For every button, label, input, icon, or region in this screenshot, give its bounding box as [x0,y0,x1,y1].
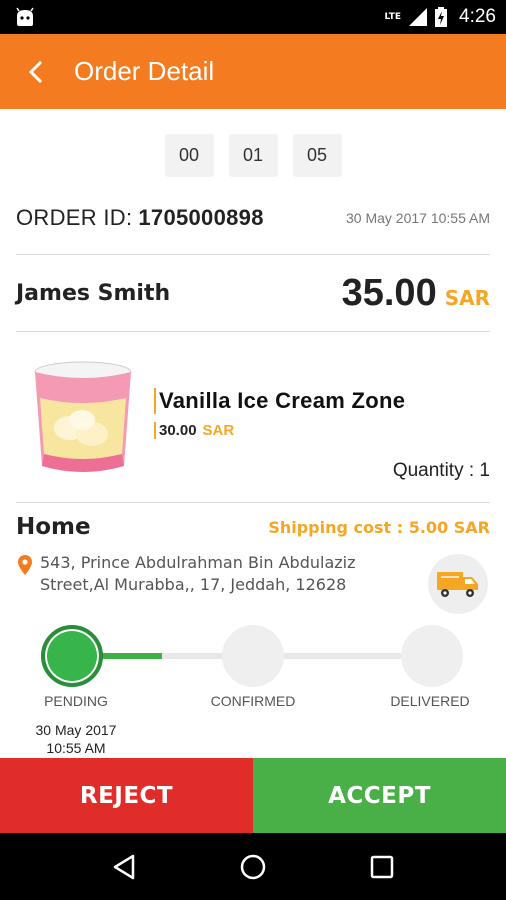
total-currency: SAR [444,285,490,310]
divider [16,331,490,332]
back-button[interactable] [6,34,66,109]
customer-name: James Smith [16,280,171,306]
order-id-value: 1705000898 [138,205,264,230]
reject-button[interactable]: REJECT [0,758,253,833]
network-type: LTE [384,12,402,22]
product-price-currency: SAR [202,422,235,439]
triangle-back-icon [114,854,135,879]
total-amount: 35.00 [341,271,437,314]
divider [16,254,490,255]
system-navigation-bar [0,833,506,900]
battery-charging-icon [435,7,448,27]
step-pending-date-day: 30 May 2017 [35,722,117,738]
address-line-2: Street,Al Murabba,, 17, Jeddah, 12628 [40,575,347,594]
order-id-label: ORDER ID: [16,205,133,230]
timer-seconds: 05 [292,134,342,177]
circle-home-icon [240,854,266,879]
nav-recents-button[interactable] [362,847,402,887]
progress-track-complete [100,653,162,659]
signal-icon [409,8,428,26]
customer-summary: James Smith 35.00 SAR [16,268,490,318]
step-pending-date-time: 10:55 AM [46,740,106,756]
step-confirmed-label: CONFIRMED [210,693,296,709]
nav-home-button[interactable] [233,847,273,887]
clock: 4:26 [459,6,496,27]
delivery-address: 543, Prince Abdulrahman Bin Abdulaziz St… [16,552,416,596]
status-bar: LTE 4:26 [0,0,506,34]
product-item: Vanilla Ice Cream Zone 30.00 SAR Quantity… [16,350,490,490]
progress-track-pending [162,653,432,659]
step-pending-date: 30 May 2017 10:55 AM [16,721,136,757]
order-id: ORDER ID: 1705000898 [16,205,264,231]
order-timer: 00 01 05 [0,134,506,177]
order-info: ORDER ID: 1705000898 30 May 2017 10:55 AM [16,200,490,236]
address-text: 543, Prince Abdulrahman Bin Abdulaziz St… [40,552,356,596]
timer-minutes: 01 [228,134,278,177]
product-info: Vanilla Ice Cream Zone 30.00 SAR [154,388,405,439]
order-date: 30 May 2017 10:55 AM [346,210,490,226]
address-label: Home [16,514,91,540]
ice-cream-tub-image [34,361,132,472]
nav-back-button[interactable] [104,847,144,887]
truck-icon [437,572,478,597]
step-delivered-label: DELIVERED [390,693,470,709]
order-total: 35.00 SAR [342,272,490,315]
order-actions: REJECT ACCEPT [0,758,506,833]
divider [16,502,490,503]
accept-button[interactable]: ACCEPT [253,758,506,833]
step-pending-label: PENDING [44,693,108,709]
address-header: Home Shipping cost : 5.00 SAR [16,512,490,542]
back-arrow-icon [28,60,43,83]
step-pending-indicator [41,625,103,687]
page-title: Order Detail [74,56,215,86]
product-name: Vanilla Ice Cream Zone [154,388,405,414]
order-status-tracker: PENDING CONFIRMED DELIVERED 30 May 2017 … [0,620,506,760]
address-line-1: 543, Prince Abdulrahman Bin Abdulaziz [40,553,356,572]
delivery-truck-button[interactable] [428,554,488,614]
android-notification-icon [16,7,34,26]
product-price-amount: 30.00 [159,422,197,439]
product-price: 30.00 SAR [154,422,405,439]
shipping-cost: Shipping cost : 5.00 SAR [268,517,490,537]
square-recents-icon [370,855,393,878]
product-quantity: Quantity : 1 [392,460,490,481]
app-bar: Order Detail [0,34,506,109]
timer-hours: 00 [164,134,214,177]
step-delivered-indicator [401,625,463,687]
location-pin-icon [18,555,32,575]
step-confirmed-indicator [222,625,284,687]
